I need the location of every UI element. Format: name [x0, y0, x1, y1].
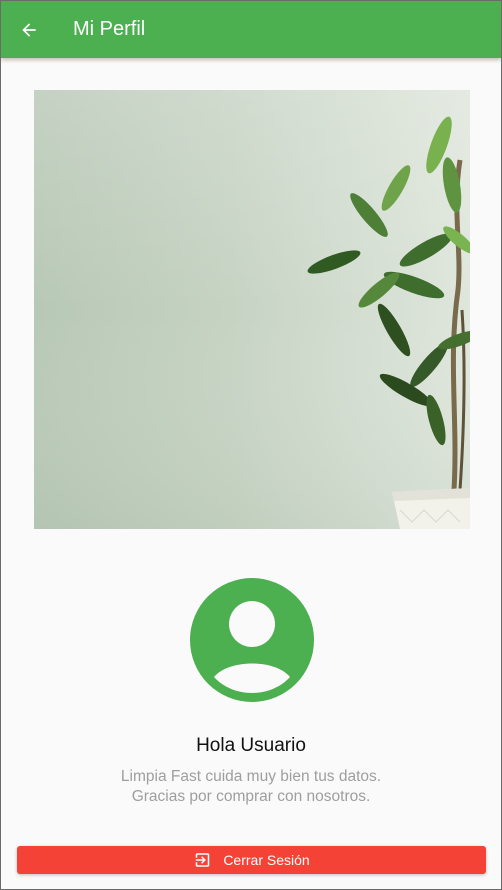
subtitle-line-1: Limpia Fast cuida muy bien tus datos.: [120, 768, 382, 785]
profile-screen: Mi Perfil Hola Usuario Limpia Fast cuida…: [0, 0, 502, 890]
logout-label: Cerrar Sesión: [223, 852, 310, 868]
page-title: Mi Perfil: [73, 18, 146, 40]
avatar: [189, 577, 315, 708]
profile-subtitle: Limpia Fast cuida muy bien tus datos. Gr…: [1, 767, 501, 807]
subtitle-line-2: Gracias por comprar con nosotros.: [131, 788, 371, 805]
hero-image: [34, 90, 470, 529]
app-bar: Mi Perfil: [1, 1, 501, 58]
arrow-back-icon: [19, 20, 39, 40]
exit-to-app-icon: [193, 851, 212, 869]
back-button[interactable]: [1, 1, 57, 58]
account-circle-icon: [189, 577, 315, 708]
greeting-text: Hola Usuario: [196, 735, 306, 756]
logout-button[interactable]: Cerrar Sesión: [17, 846, 486, 874]
